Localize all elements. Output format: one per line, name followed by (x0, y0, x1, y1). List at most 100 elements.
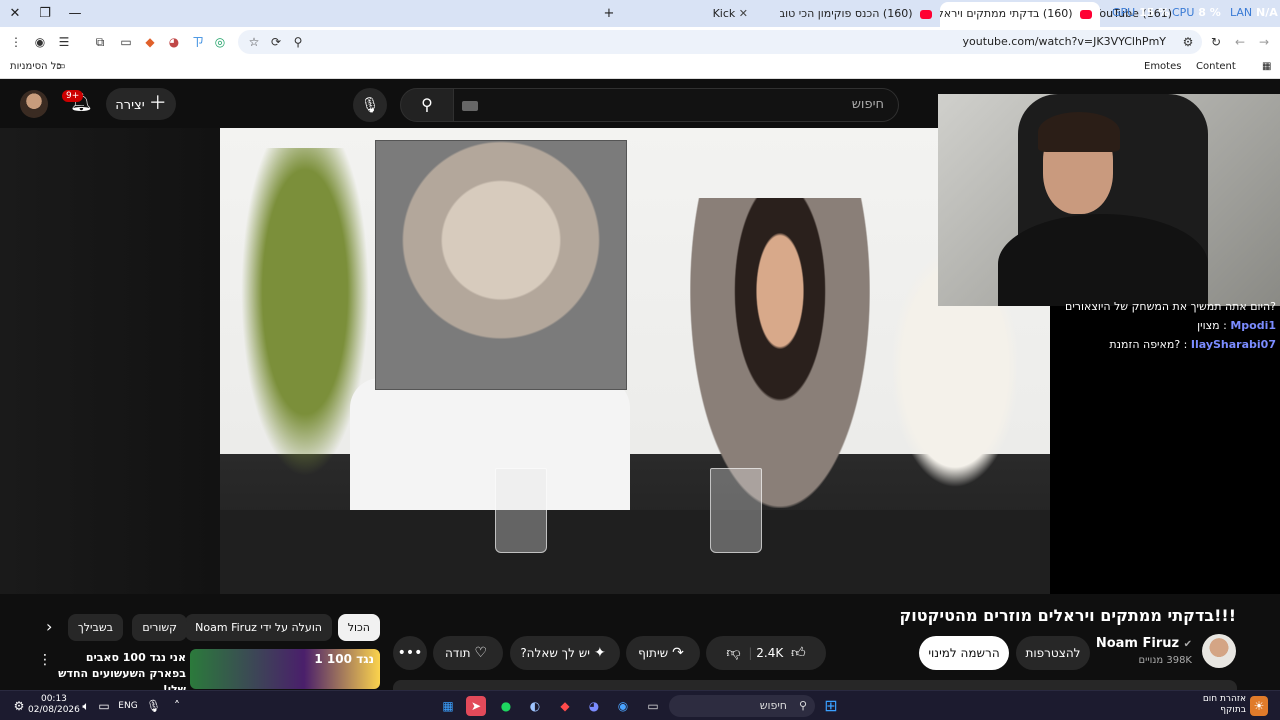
plus-icon: ＋ (148, 93, 167, 114)
new-tab-button[interactable]: + (594, 0, 624, 27)
chip-uploaded-by[interactable]: הועלה על ידי Noam Firuz (185, 614, 332, 641)
thumbs-down-icon[interactable]: 👎︎ (726, 636, 740, 670)
table-surface (220, 510, 1050, 594)
all-bookmarks[interactable]: כל הסימניות (10, 61, 62, 72)
chip-all[interactable]: הכול (337, 614, 380, 641)
search-input[interactable]: חיפוש (453, 88, 899, 122)
more-actions-icon[interactable]: ••• (393, 636, 427, 670)
tab-kick[interactable]: ✕ Kick (622, 2, 762, 27)
taskbar-search[interactable]: חיפוש ⚲ (669, 695, 815, 717)
chip-for-you[interactable]: בשבילך (67, 614, 123, 641)
profile-icon[interactable]: ◉ (32, 34, 48, 50)
steam-app-icon[interactable]: ◐ (525, 696, 545, 716)
create-button[interactable]: יצירה ＋ (106, 88, 176, 120)
notification-badge: 9+ (62, 90, 84, 102)
forward-arrow-icon[interactable]: → (1256, 34, 1272, 50)
bookmark-apps-icon[interactable]: ▦ (1262, 61, 1271, 72)
minimize-window-icon[interactable]: — (60, 0, 90, 27)
discord-app-icon[interactable]: ◕ (584, 696, 604, 716)
glass-left-image (495, 468, 547, 553)
channel-name[interactable]: ✔ Noam Firuz (1096, 636, 1192, 651)
video-frame[interactable] (220, 128, 1050, 594)
cpu-overlay: CPU 8 % (1172, 6, 1221, 19)
bookmark-star-icon[interactable]: ☆ (246, 34, 262, 50)
recommendation-chips: הכול הועלה על ידי Noam Firuz קשורים בשבי… (40, 614, 385, 642)
windows-start-icon[interactable]: ⊞ (821, 696, 841, 716)
streamer-body (998, 214, 1208, 306)
extensions-icon[interactable]: ⧉ (92, 34, 108, 50)
back-arrow-icon[interactable]: ← (1232, 34, 1248, 50)
tab-pokemon[interactable]: (160) הכנס פוקימון הכי טוב בישי (780, 2, 940, 27)
taskbar-clock[interactable]: 00:13 02/08/2026 (28, 694, 80, 716)
language-indicator[interactable]: ENG (117, 696, 139, 716)
youtube-favicon-icon (1080, 9, 1092, 19)
person-right-image (690, 198, 870, 508)
site-settings-icon[interactable]: ⚙ (1180, 34, 1196, 50)
streamer-hair (1038, 112, 1120, 152)
telegram-app-icon[interactable]: ➤ (466, 696, 486, 716)
glass-right-image (710, 468, 762, 553)
gpu-overlay: GPU 15 % (1112, 6, 1170, 19)
playlist-icon[interactable]: ☰ (56, 34, 72, 50)
like-dislike-group: 👍︎ 2.4K | 👎︎ (706, 636, 826, 670)
voice-search-icon[interactable]: 🎙︎ (353, 88, 387, 122)
ask-button[interactable]: ✦יש לך שאלה? (510, 636, 620, 670)
subscribe-button[interactable]: הרשמה למינוי (919, 636, 1009, 670)
notification-icon[interactable]: ⚙ (12, 696, 26, 716)
subscriber-count: 398K מנויים (1138, 655, 1192, 666)
share-icon: ↷ (672, 645, 684, 661)
join-button[interactable]: להצטרפות (1016, 636, 1090, 670)
zoom-icon[interactable]: ⚲ (290, 34, 306, 50)
account-avatar[interactable] (20, 90, 48, 118)
screenshot-icon[interactable]: ▭ (118, 34, 134, 50)
thanks-button[interactable]: ♡תודה (433, 636, 503, 670)
folder-icon: ▭ (56, 61, 66, 72)
extension-red-icon[interactable]: ◕ (166, 34, 182, 50)
recommended-video-thumbnail[interactable]: 1 נגד 100 (190, 649, 380, 689)
like-count[interactable]: 2.4K (756, 646, 783, 660)
chat-line: ?היום אתה תמשיך את המשחק של היוצאורים (1065, 300, 1276, 313)
search-button[interactable]: ⚲ (400, 88, 454, 122)
bookmark-content[interactable]: Content (1196, 61, 1236, 72)
tab-active-video[interactable]: (160) בדקתי ממתקים ויראל (940, 2, 1100, 27)
stream-chat-overlay: ?היום אתה תמשיך את המשחק של היוצאורים Mp… (946, 300, 1276, 357)
address-bar[interactable]: ☆ ⟳ ⚲ youtube.com/watch?v=JK3VYClhPmY ⚙ (238, 30, 1202, 54)
url-text: youtube.com/watch?v=JK3VYClhPmY (962, 35, 1166, 48)
thumbs-up-icon[interactable]: 👍︎ (791, 636, 806, 670)
menu-dots-icon[interactable]: ⋮ (8, 34, 24, 50)
taskbar-search-icon: ⚲ (798, 699, 807, 712)
browser-toolbar: ⋮ ◉ ☰ ⧉ ▭ ◆ ◕ ㄗ ◎ ☆ ⟳ ⚲ youtube.com/watc… (0, 27, 1280, 57)
grammarly-icon[interactable]: ◎ (212, 34, 228, 50)
keyboard-icon[interactable] (462, 101, 478, 111)
show-hidden-icons[interactable]: ˄ (170, 696, 184, 716)
restore-window-icon[interactable]: ❐ (30, 0, 60, 27)
bookmarks-bar: כל הסימניות ▭ Emotes Content ▦ (0, 57, 1280, 79)
bookmark-emotes[interactable]: Emotes (1144, 61, 1181, 72)
extension-orange-icon[interactable]: ◆ (142, 34, 158, 50)
translate-icon[interactable]: ㄗ (190, 34, 206, 50)
search-icon: ⚲ (421, 95, 433, 114)
youtube-favicon-icon (920, 9, 932, 19)
verified-icon: ✔ (1183, 639, 1192, 650)
mic-tray-icon[interactable]: 🎙︎ (146, 696, 161, 716)
chrome-app-icon[interactable]: ◉ (613, 696, 633, 716)
speaker-icon[interactable]: 🔈︎ (78, 696, 94, 716)
cast-icon[interactable]: ⟳ (268, 34, 284, 50)
reload-icon[interactable]: ↻ (1208, 34, 1224, 50)
chat-line: Mpodi1 : מצוין (1197, 319, 1276, 332)
game-app-icon[interactable]: ◆ (555, 696, 575, 716)
chat-line: IlaySharabi07 : ?מאיפה הזמנת (1109, 338, 1276, 351)
weather-widget[interactable]: אזהרת חום בתוקף (1203, 694, 1246, 716)
chip-related[interactable]: קשורים (132, 614, 187, 641)
widgets-icon[interactable]: ▦ (438, 696, 458, 716)
share-button[interactable]: ↷שיתוף (626, 636, 700, 670)
close-tab-icon[interactable]: ✕ (739, 7, 748, 20)
spotify-app-icon[interactable]: ● (496, 696, 516, 716)
file-explorer-icon[interactable]: ▭ (643, 696, 663, 716)
close-window-icon[interactable]: ✕ (0, 0, 30, 27)
recommended-more-icon[interactable]: ⋮ (38, 652, 52, 668)
channel-avatar[interactable] (1202, 634, 1236, 668)
windows-taskbar: ⚙ 00:13 02/08/2026 🔈︎ ▭ ENG 🎙︎ ˄ ▦ ➤ ● ◐ … (0, 690, 1280, 720)
thanks-heart-icon: ♡ (474, 645, 488, 661)
network-icon[interactable]: ▭ (96, 696, 112, 716)
